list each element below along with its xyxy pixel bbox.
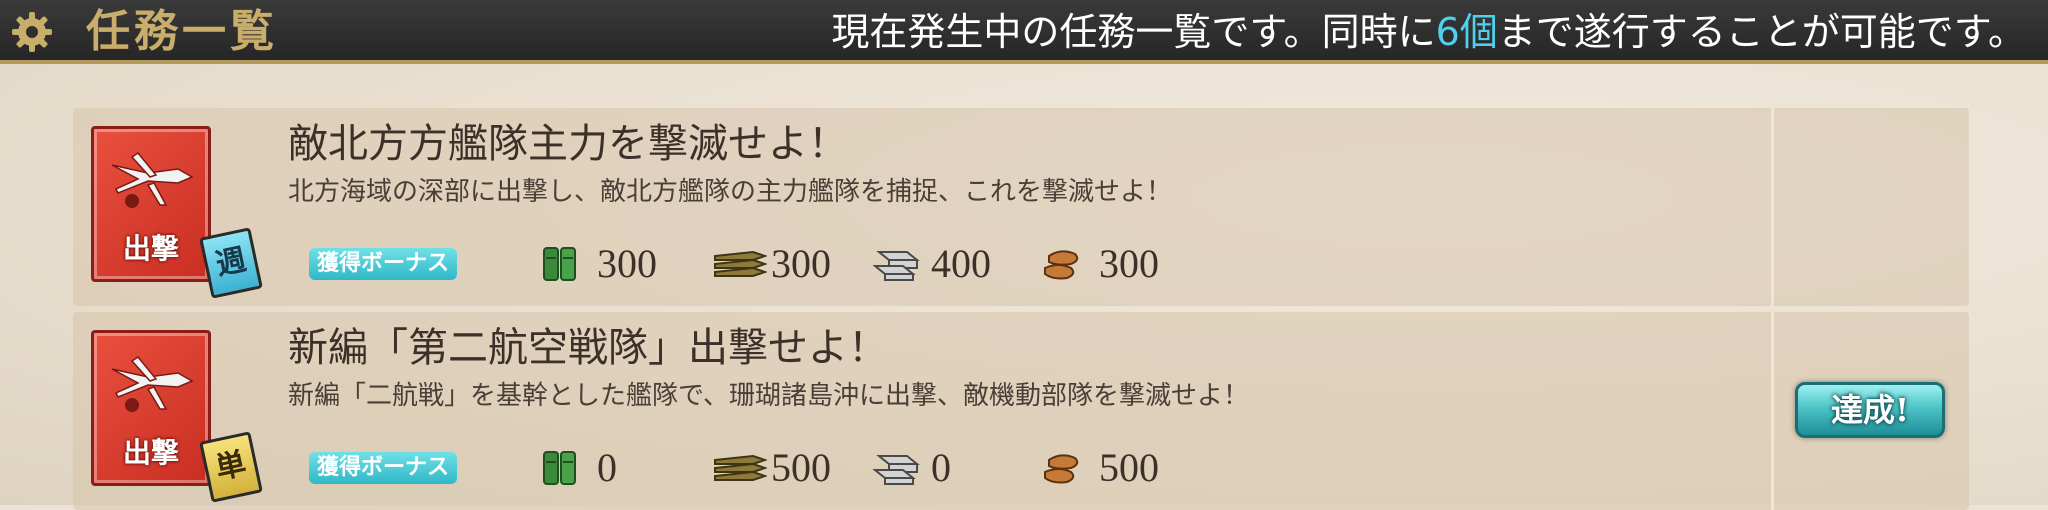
reward-bauxite-value: 500 xyxy=(1099,445,1159,490)
weekly-badge: 週 xyxy=(199,227,263,299)
bonus-label: 獲得ボーナス xyxy=(309,452,457,484)
reward-fuel-value: 300 xyxy=(597,241,657,286)
gear-icon xyxy=(12,12,52,52)
quest-title: 敵北方方艦隊主力を撃滅せよ！ xyxy=(288,121,848,167)
reward-fuel-value: 0 xyxy=(597,445,617,490)
one-time-badge: 単 xyxy=(199,431,263,503)
row-divider xyxy=(1771,108,1774,306)
quest-row[interactable]: 出撃 週 敵北方方艦隊主力を撃滅せよ！ 北方海域の深部に出撃し、敵北方艦隊の主力… xyxy=(73,108,1969,306)
reward-steel-value: 0 xyxy=(931,445,951,490)
page-title: 任務一覧 xyxy=(86,6,278,57)
category-label: 出撃 xyxy=(122,436,179,469)
reward-ammo-value: 500 xyxy=(771,445,831,490)
category-sortie-tile: 出撃 xyxy=(91,126,211,282)
quest-title: 新編「第二航空戦隊」出撃せよ！ xyxy=(288,325,888,371)
ammo-icon xyxy=(714,250,767,277)
airplane-icon xyxy=(111,151,194,208)
fuel-icon xyxy=(543,451,576,485)
category-sortie-tile: 出撃 xyxy=(91,330,211,486)
bauxite-icon xyxy=(1044,454,1079,484)
header-bar: 任務一覧 現在発生中の任務一覧です。同時に6個まで遂行することが可能です。 xyxy=(0,0,2048,64)
header-notice: 現在発生中の任務一覧です。同時に6個まで遂行することが可能です。 xyxy=(831,6,2026,58)
steel-icon xyxy=(873,251,920,281)
reward-bauxite-value: 300 xyxy=(1099,241,1159,286)
quest-description: 新編「二航戦」を基幹とした艦隊で、珊瑚諸島沖に出撃、敵機動部隊を撃滅せよ！ xyxy=(288,381,1249,411)
airplane-icon xyxy=(111,355,194,412)
achieved-badge[interactable]: 達成! xyxy=(1795,382,1945,438)
bauxite-icon xyxy=(1044,250,1079,280)
notice-text-after: まで遂行することが可能です。 xyxy=(1497,10,2026,54)
quest-list-panel: 出撃 週 敵北方方艦隊主力を撃滅せよ！ 北方海域の深部に出撃し、敵北方艦隊の主力… xyxy=(0,64,2048,510)
notice-limit-count: 6個 xyxy=(1435,10,1498,54)
fuel-icon xyxy=(543,247,576,281)
reward-ammo-value: 300 xyxy=(771,241,831,286)
notice-text-before: 現在発生中の任務一覧です。同時に xyxy=(831,10,1436,54)
bonus-label: 獲得ボーナス xyxy=(309,248,457,280)
quest-row[interactable]: 出撃 単 新編「第二航空戦隊」出撃せよ！ 新編「二航戦」を基幹とした艦隊で、珊瑚… xyxy=(73,312,1969,510)
category-label: 出撃 xyxy=(122,232,179,265)
steel-icon xyxy=(873,455,920,485)
ammo-icon xyxy=(714,454,767,481)
reward-steel-value: 400 xyxy=(931,241,991,286)
quest-description: 北方海域の深部に出撃し、敵北方艦隊の主力艦隊を捕捉、これを撃滅せよ！ xyxy=(288,177,1173,207)
row-divider xyxy=(1771,312,1774,510)
